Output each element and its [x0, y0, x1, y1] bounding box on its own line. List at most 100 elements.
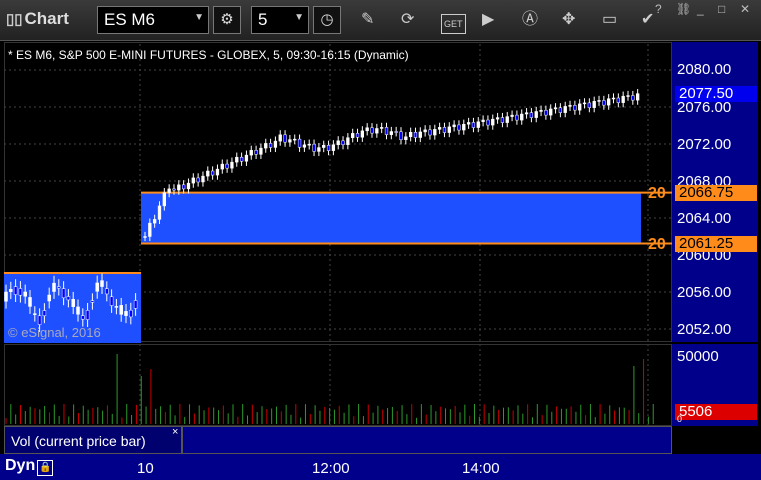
candle — [597, 100, 601, 102]
candle — [481, 119, 485, 122]
y-tick: 2080.00 — [677, 61, 732, 78]
volume-label-strip — [182, 426, 672, 454]
volume-axis-top: 50000 — [677, 348, 719, 365]
candle — [476, 121, 480, 128]
candle — [293, 138, 297, 141]
candle — [119, 305, 123, 315]
candle — [428, 129, 432, 136]
candle — [52, 282, 56, 292]
candle — [621, 95, 625, 103]
candle — [336, 140, 340, 146]
candle — [148, 222, 152, 237]
candle — [254, 150, 258, 155]
y-tick: 2052.00 — [677, 321, 732, 338]
level-low-label: 20 — [648, 236, 666, 253]
candle — [355, 133, 360, 138]
volume-study-label[interactable]: Vol (current price bar) — [4, 426, 182, 454]
candle — [491, 118, 495, 126]
candle — [4, 291, 8, 302]
candle — [42, 310, 47, 317]
candle — [418, 131, 422, 138]
candle — [220, 163, 224, 170]
candle — [505, 116, 509, 123]
candle — [317, 147, 321, 152]
candle — [587, 102, 592, 108]
time-axis[interactable] — [0, 454, 761, 480]
candle — [177, 184, 181, 191]
candle — [172, 188, 176, 191]
candle — [162, 192, 166, 207]
candle — [153, 219, 157, 224]
x-tick: 12:00 — [312, 460, 350, 477]
candle — [636, 93, 640, 101]
candle — [573, 105, 577, 111]
candle — [259, 147, 263, 155]
candle — [322, 145, 326, 148]
candle — [100, 280, 104, 287]
candle — [225, 163, 229, 169]
volume-axis-zero: 0 — [677, 414, 683, 424]
candle — [33, 313, 37, 315]
candle — [462, 124, 466, 131]
candle — [404, 136, 408, 141]
candle — [196, 177, 200, 183]
dynamic-toggle[interactable]: Dyn 🔒 — [5, 457, 54, 476]
candle — [124, 311, 128, 316]
candle — [249, 150, 253, 156]
candle — [201, 175, 205, 183]
candle — [18, 288, 23, 296]
candle — [486, 119, 490, 126]
candle — [297, 138, 302, 148]
candle — [510, 114, 514, 117]
current-price-tag: 2077.50 — [675, 86, 757, 102]
candle — [631, 95, 635, 101]
candle — [66, 296, 71, 301]
candle — [607, 98, 611, 106]
candle — [602, 100, 606, 106]
candle — [375, 128, 379, 134]
volume-panel[interactable] — [4, 344, 672, 426]
candle — [471, 122, 476, 128]
candle — [539, 109, 543, 112]
candle — [549, 108, 553, 116]
candle — [186, 182, 191, 190]
lock-icon[interactable]: 🔒 — [37, 460, 54, 476]
opening-range-box — [141, 192, 641, 244]
candle — [85, 310, 90, 320]
candle — [215, 168, 220, 176]
candle — [437, 127, 442, 130]
candle — [611, 97, 616, 100]
candle — [90, 300, 95, 303]
candle — [57, 286, 61, 289]
candle — [105, 288, 109, 295]
chart-title: * ES M6, S&P 500 E-MINI FUTURES - GLOBEX… — [8, 48, 409, 62]
y-tick: 2064.00 — [677, 210, 732, 227]
candle — [529, 112, 534, 118]
candle — [268, 143, 273, 148]
candle — [500, 117, 505, 123]
candle — [457, 124, 461, 131]
candle — [76, 306, 80, 315]
candle — [9, 288, 13, 292]
candle — [239, 156, 244, 162]
candle — [312, 143, 316, 152]
candle — [394, 131, 398, 133]
candle — [109, 296, 114, 306]
candle — [331, 144, 336, 151]
volume-current-tag: 5506 — [675, 404, 757, 420]
candle — [283, 134, 287, 143]
close-icon[interactable]: × — [172, 426, 178, 438]
candle — [341, 140, 345, 145]
candle — [244, 154, 249, 162]
candle — [616, 97, 620, 103]
candle — [389, 131, 393, 135]
candle — [95, 282, 99, 292]
level-low-tag: 2061.25 — [675, 236, 757, 252]
candle — [288, 139, 292, 143]
candle — [568, 105, 572, 107]
candle — [143, 236, 147, 238]
candle — [413, 132, 418, 138]
candle — [157, 205, 162, 220]
candle — [81, 315, 85, 320]
candle — [582, 102, 587, 105]
